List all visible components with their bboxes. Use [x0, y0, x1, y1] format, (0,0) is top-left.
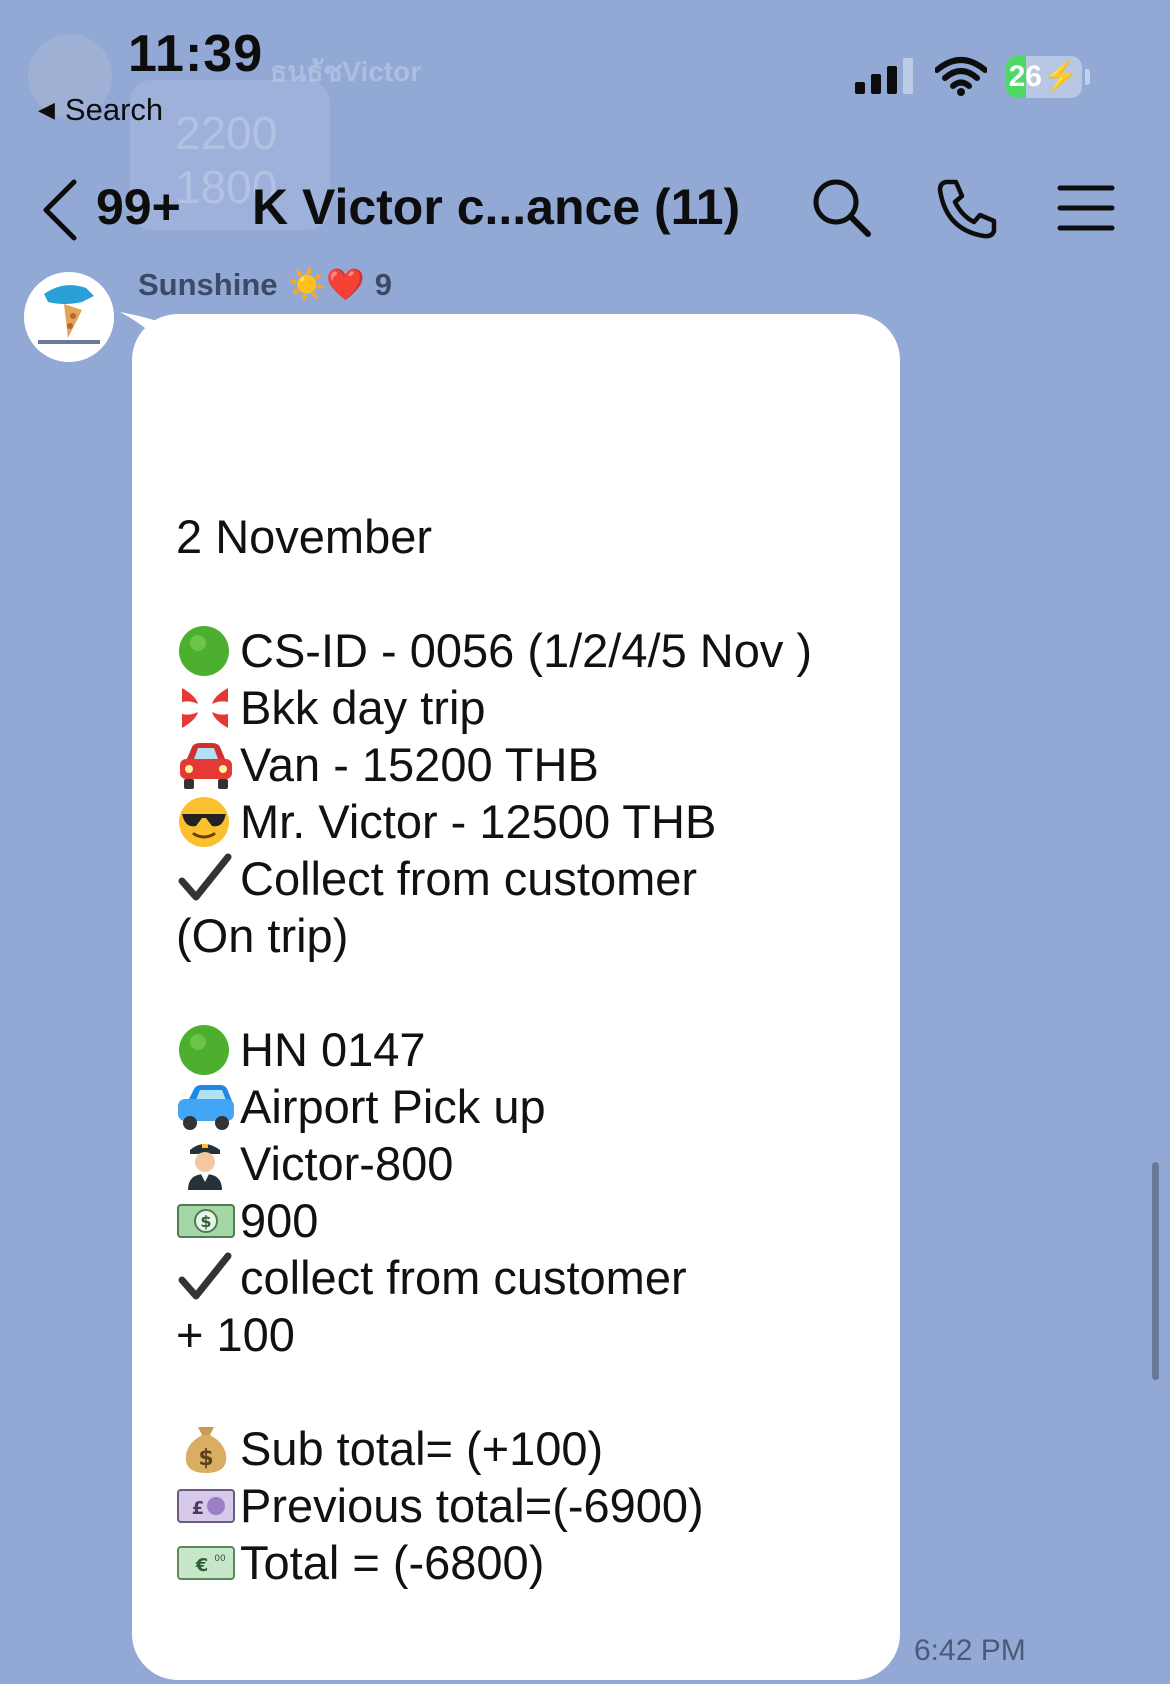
message-line: € 00 Total = (-6800) [176, 1534, 876, 1591]
back-search-label: Search [64, 92, 164, 127]
ghost-line-1: 2200 [175, 107, 278, 159]
message-line: $ Sub total= (+100) [176, 1420, 876, 1477]
status-time: 11:39 [128, 25, 264, 83]
sender-name: Sunshine [138, 266, 278, 302]
red-car-icon [176, 739, 236, 791]
search-icon[interactable] [808, 174, 876, 242]
checkmark-icon [176, 1252, 236, 1304]
unread-count[interactable]: 99+ [96, 178, 181, 236]
anger-symbol-icon [176, 682, 236, 734]
message-line: collect from customer [176, 1249, 876, 1306]
message-timestamp: 6:42 PM [914, 1634, 1026, 1667]
sender-emoji: ☀️❤️ [287, 267, 365, 303]
svg-text:£: £ [192, 1498, 205, 1519]
message-line: Van - 15200 THB [176, 736, 876, 793]
message-line: Collect from customer [176, 850, 876, 907]
message-bubble[interactable]: 2 November CS-ID - 0056 (1/2/4/5 Nov ) B… [132, 314, 900, 1680]
message-body: 2 November CS-ID - 0056 (1/2/4/5 Nov ) B… [176, 508, 876, 1591]
chat-header: 99+ K Victor c...ance (11) [0, 160, 1170, 260]
message-line: Victor-800 [176, 1135, 876, 1192]
message-line: Airport Pick up [176, 1078, 876, 1135]
svg-text:00: 00 [214, 1554, 226, 1564]
message-line: HN 0147 [176, 1021, 876, 1078]
chat-title[interactable]: K Victor c...ance (11) [252, 178, 740, 236]
message-line: CS-ID - 0056 (1/2/4/5 Nov ) [176, 622, 876, 679]
scrollbar[interactable] [1152, 1162, 1159, 1380]
money-bag-icon: $ [176, 1423, 236, 1475]
svg-text:$: $ [198, 1446, 213, 1471]
menu-icon[interactable] [1052, 174, 1120, 242]
message-line: (On trip) [176, 909, 349, 962]
sunglasses-face-icon [176, 796, 236, 848]
battery-icon: 26⚡ [1006, 56, 1092, 98]
chevron-left-icon[interactable] [40, 178, 80, 242]
wifi-icon [934, 56, 988, 96]
message-line: + 100 [176, 1308, 295, 1361]
svg-text:$: $ [200, 1212, 211, 1231]
pound-banknote-icon: £ [176, 1480, 236, 1532]
cellular-signal-icon [855, 58, 915, 94]
message-date: 2 November [176, 510, 432, 563]
sender-label: Sunshine ☀️❤️ 9 [138, 266, 392, 304]
message-line: Mr. Victor - 12500 THB [176, 793, 876, 850]
dollar-banknote-icon: $ [176, 1195, 236, 1247]
euro-banknote-icon: € 00 [176, 1537, 236, 1589]
blue-car-icon [176, 1081, 236, 1133]
back-to-search[interactable]: ◀ Search [38, 92, 163, 128]
pilot-icon [176, 1138, 236, 1190]
phone-icon[interactable] [932, 174, 1000, 242]
message-line: $ 900 [176, 1192, 876, 1249]
sender-avatar[interactable] [24, 272, 114, 362]
green-circle-icon [176, 625, 236, 677]
battery-level: 26⚡ [1008, 60, 1080, 93]
checkmark-icon [176, 853, 236, 905]
message-line: £ Previous total=(-6900) [176, 1477, 876, 1534]
sender-suffix: 9 [374, 266, 392, 302]
green-circle-icon [176, 1024, 236, 1076]
message-line: Bkk day trip [176, 679, 876, 736]
back-triangle-icon: ◀ [38, 97, 55, 122]
svg-text:€: € [195, 1555, 209, 1576]
